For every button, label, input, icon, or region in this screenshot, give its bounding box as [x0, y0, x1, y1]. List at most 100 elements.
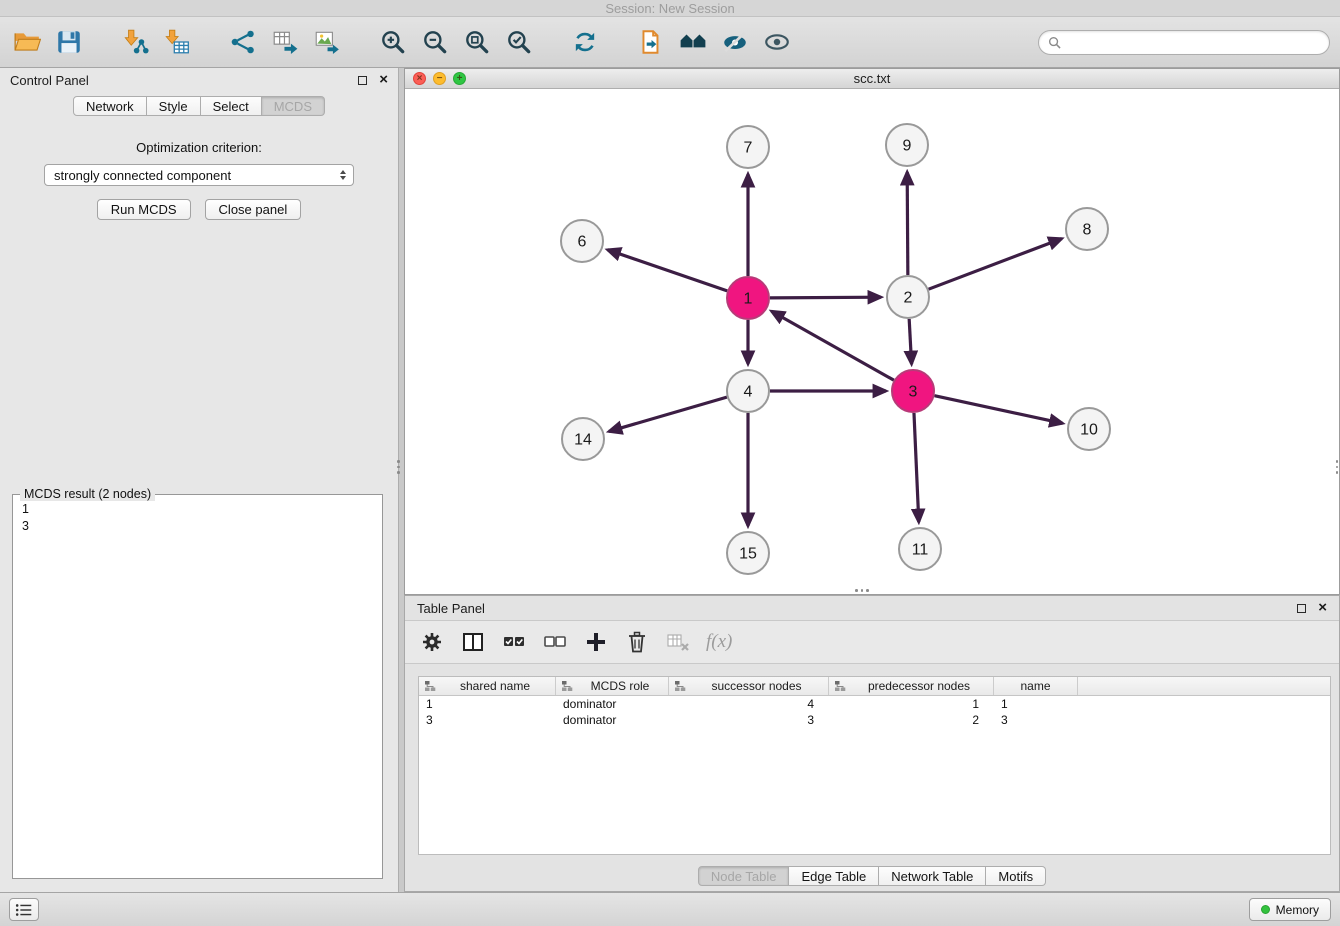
graph-edge-3-11[interactable]: [914, 413, 919, 522]
graph-edge-4-14[interactable]: [609, 397, 727, 431]
refresh-view-button[interactable]: [568, 24, 602, 60]
float-table-panel-icon[interactable]: [1297, 604, 1306, 613]
network-canvas[interactable]: 7968124314101511: [405, 89, 1339, 594]
graph-edge-2-3[interactable]: [909, 319, 911, 364]
control-panel-header: Control Panel ×: [0, 68, 398, 92]
vertical-splitter-handle[interactable]: [397, 460, 400, 474]
graph-edge-3-1[interactable]: [772, 311, 894, 380]
graph-node-label: 7: [744, 140, 753, 157]
control-panel-title: Control Panel: [10, 73, 89, 88]
search-input[interactable]: [1066, 34, 1320, 51]
zoom-selected-button[interactable]: [502, 24, 536, 60]
column-header-successor-nodes[interactable]: successor nodes: [669, 677, 829, 695]
table-settings-button[interactable]: [419, 629, 445, 655]
zoom-in-button[interactable]: [376, 24, 410, 60]
search-icon: [1048, 36, 1061, 49]
column-header-shared-name[interactable]: shared name: [419, 677, 556, 695]
column-header-mcds-role[interactable]: MCDS role: [556, 677, 669, 695]
network-graph[interactable]: 7968124314101511: [405, 89, 1339, 594]
cell-predecessor-nodes[interactable]: 2: [829, 713, 994, 727]
column-header-predecessor-nodes[interactable]: predecessor nodes: [829, 677, 994, 695]
cell-name[interactable]: 3: [994, 713, 1078, 727]
plus-icon: [584, 630, 608, 654]
zoom-in-icon: [379, 28, 407, 56]
memory-button[interactable]: Memory: [1249, 898, 1331, 921]
cell-predecessor-nodes[interactable]: 1: [829, 697, 994, 711]
graph-edge-1-6[interactable]: [608, 250, 728, 291]
delete-row-button[interactable]: [624, 629, 650, 655]
zoom-fit-button[interactable]: [460, 24, 494, 60]
graph-edge-1-2[interactable]: [770, 297, 881, 298]
criterion-select[interactable]: strongly connected component: [44, 164, 354, 186]
close-table-panel-icon[interactable]: ×: [1318, 603, 1327, 613]
deselect-all-button[interactable]: [542, 629, 568, 655]
run-mcds-button[interactable]: Run MCDS: [97, 199, 191, 220]
trash-icon: [625, 630, 649, 654]
zoom-selected-icon: [505, 28, 533, 56]
graph-edge-2-8[interactable]: [929, 239, 1062, 290]
graph-node-label: 4: [744, 384, 753, 401]
table-row[interactable]: 3 dominator 3 2 3: [419, 712, 1330, 728]
column-header-name[interactable]: name: [994, 677, 1078, 695]
save-session-button[interactable]: [52, 24, 86, 60]
add-row-button[interactable]: [583, 629, 609, 655]
tab-mcds[interactable]: MCDS: [262, 96, 325, 116]
delete-table-icon: [666, 630, 690, 654]
import-network-button[interactable]: [118, 24, 152, 60]
cell-shared-name[interactable]: 3: [419, 713, 556, 727]
window-maximize-icon[interactable]: +: [453, 72, 466, 85]
import-table-button[interactable]: [160, 24, 194, 60]
export-image-icon: [313, 28, 341, 56]
show-columns-button[interactable]: [460, 629, 486, 655]
graph-edge-2-9[interactable]: [907, 172, 908, 275]
export-image-button[interactable]: [310, 24, 344, 60]
window-minimize-icon[interactable]: −: [433, 72, 446, 85]
function-builder-button: f(x): [706, 629, 732, 655]
cell-name[interactable]: 1: [994, 697, 1078, 711]
import-network-icon: [121, 28, 149, 56]
main-toolbar: [0, 17, 1340, 68]
column-icon: [561, 680, 573, 692]
close-panel-icon[interactable]: ×: [379, 75, 388, 85]
import-table-icon: [163, 28, 191, 56]
zoom-out-icon: [421, 28, 449, 56]
export-network-button[interactable]: [226, 24, 260, 60]
window-titlebar: Session: New Session: [0, 0, 1340, 17]
eye-slash-icon: [721, 28, 749, 56]
table-row[interactable]: 1 dominator 4 1 1: [419, 696, 1330, 712]
tab-select[interactable]: Select: [201, 96, 262, 116]
tab-edge-table[interactable]: Edge Table: [789, 866, 879, 886]
task-history-button[interactable]: [9, 898, 39, 921]
tab-style[interactable]: Style: [147, 96, 201, 116]
open-file-button[interactable]: [10, 24, 44, 60]
column-icon: [834, 680, 846, 692]
tab-node-table[interactable]: Node Table: [698, 866, 790, 886]
column-icon: [424, 680, 436, 692]
export-table-icon: [271, 28, 299, 56]
right-splitter-handle[interactable]: [1336, 460, 1339, 474]
home-layout-button[interactable]: [676, 24, 710, 60]
zoom-out-button[interactable]: [418, 24, 452, 60]
cell-mcds-role[interactable]: dominator: [556, 697, 669, 711]
float-panel-icon[interactable]: [358, 76, 367, 85]
graph-edge-3-10[interactable]: [935, 396, 1063, 424]
table-panel-title: Table Panel: [417, 601, 485, 616]
cell-mcds-role[interactable]: dominator: [556, 713, 669, 727]
tab-network[interactable]: Network: [73, 96, 147, 116]
tab-network-table[interactable]: Network Table: [879, 866, 986, 886]
cell-successor-nodes[interactable]: 3: [669, 713, 829, 727]
tab-motifs[interactable]: Motifs: [986, 866, 1046, 886]
show-graphics-details-button[interactable]: [760, 24, 794, 60]
clone-network-button[interactable]: [634, 24, 668, 60]
window-close-icon[interactable]: ×: [413, 72, 426, 85]
close-panel-button[interactable]: Close panel: [205, 199, 302, 220]
horizontal-splitter-handle[interactable]: [855, 589, 869, 592]
hide-graphics-details-button[interactable]: [718, 24, 752, 60]
table-toolbar: f(x): [405, 620, 1339, 664]
select-all-button[interactable]: [501, 629, 527, 655]
export-table-button[interactable]: [268, 24, 302, 60]
search-box[interactable]: [1038, 30, 1330, 55]
network-window-title: scc.txt: [854, 71, 891, 86]
cell-shared-name[interactable]: 1: [419, 697, 556, 711]
cell-successor-nodes[interactable]: 4: [669, 697, 829, 711]
